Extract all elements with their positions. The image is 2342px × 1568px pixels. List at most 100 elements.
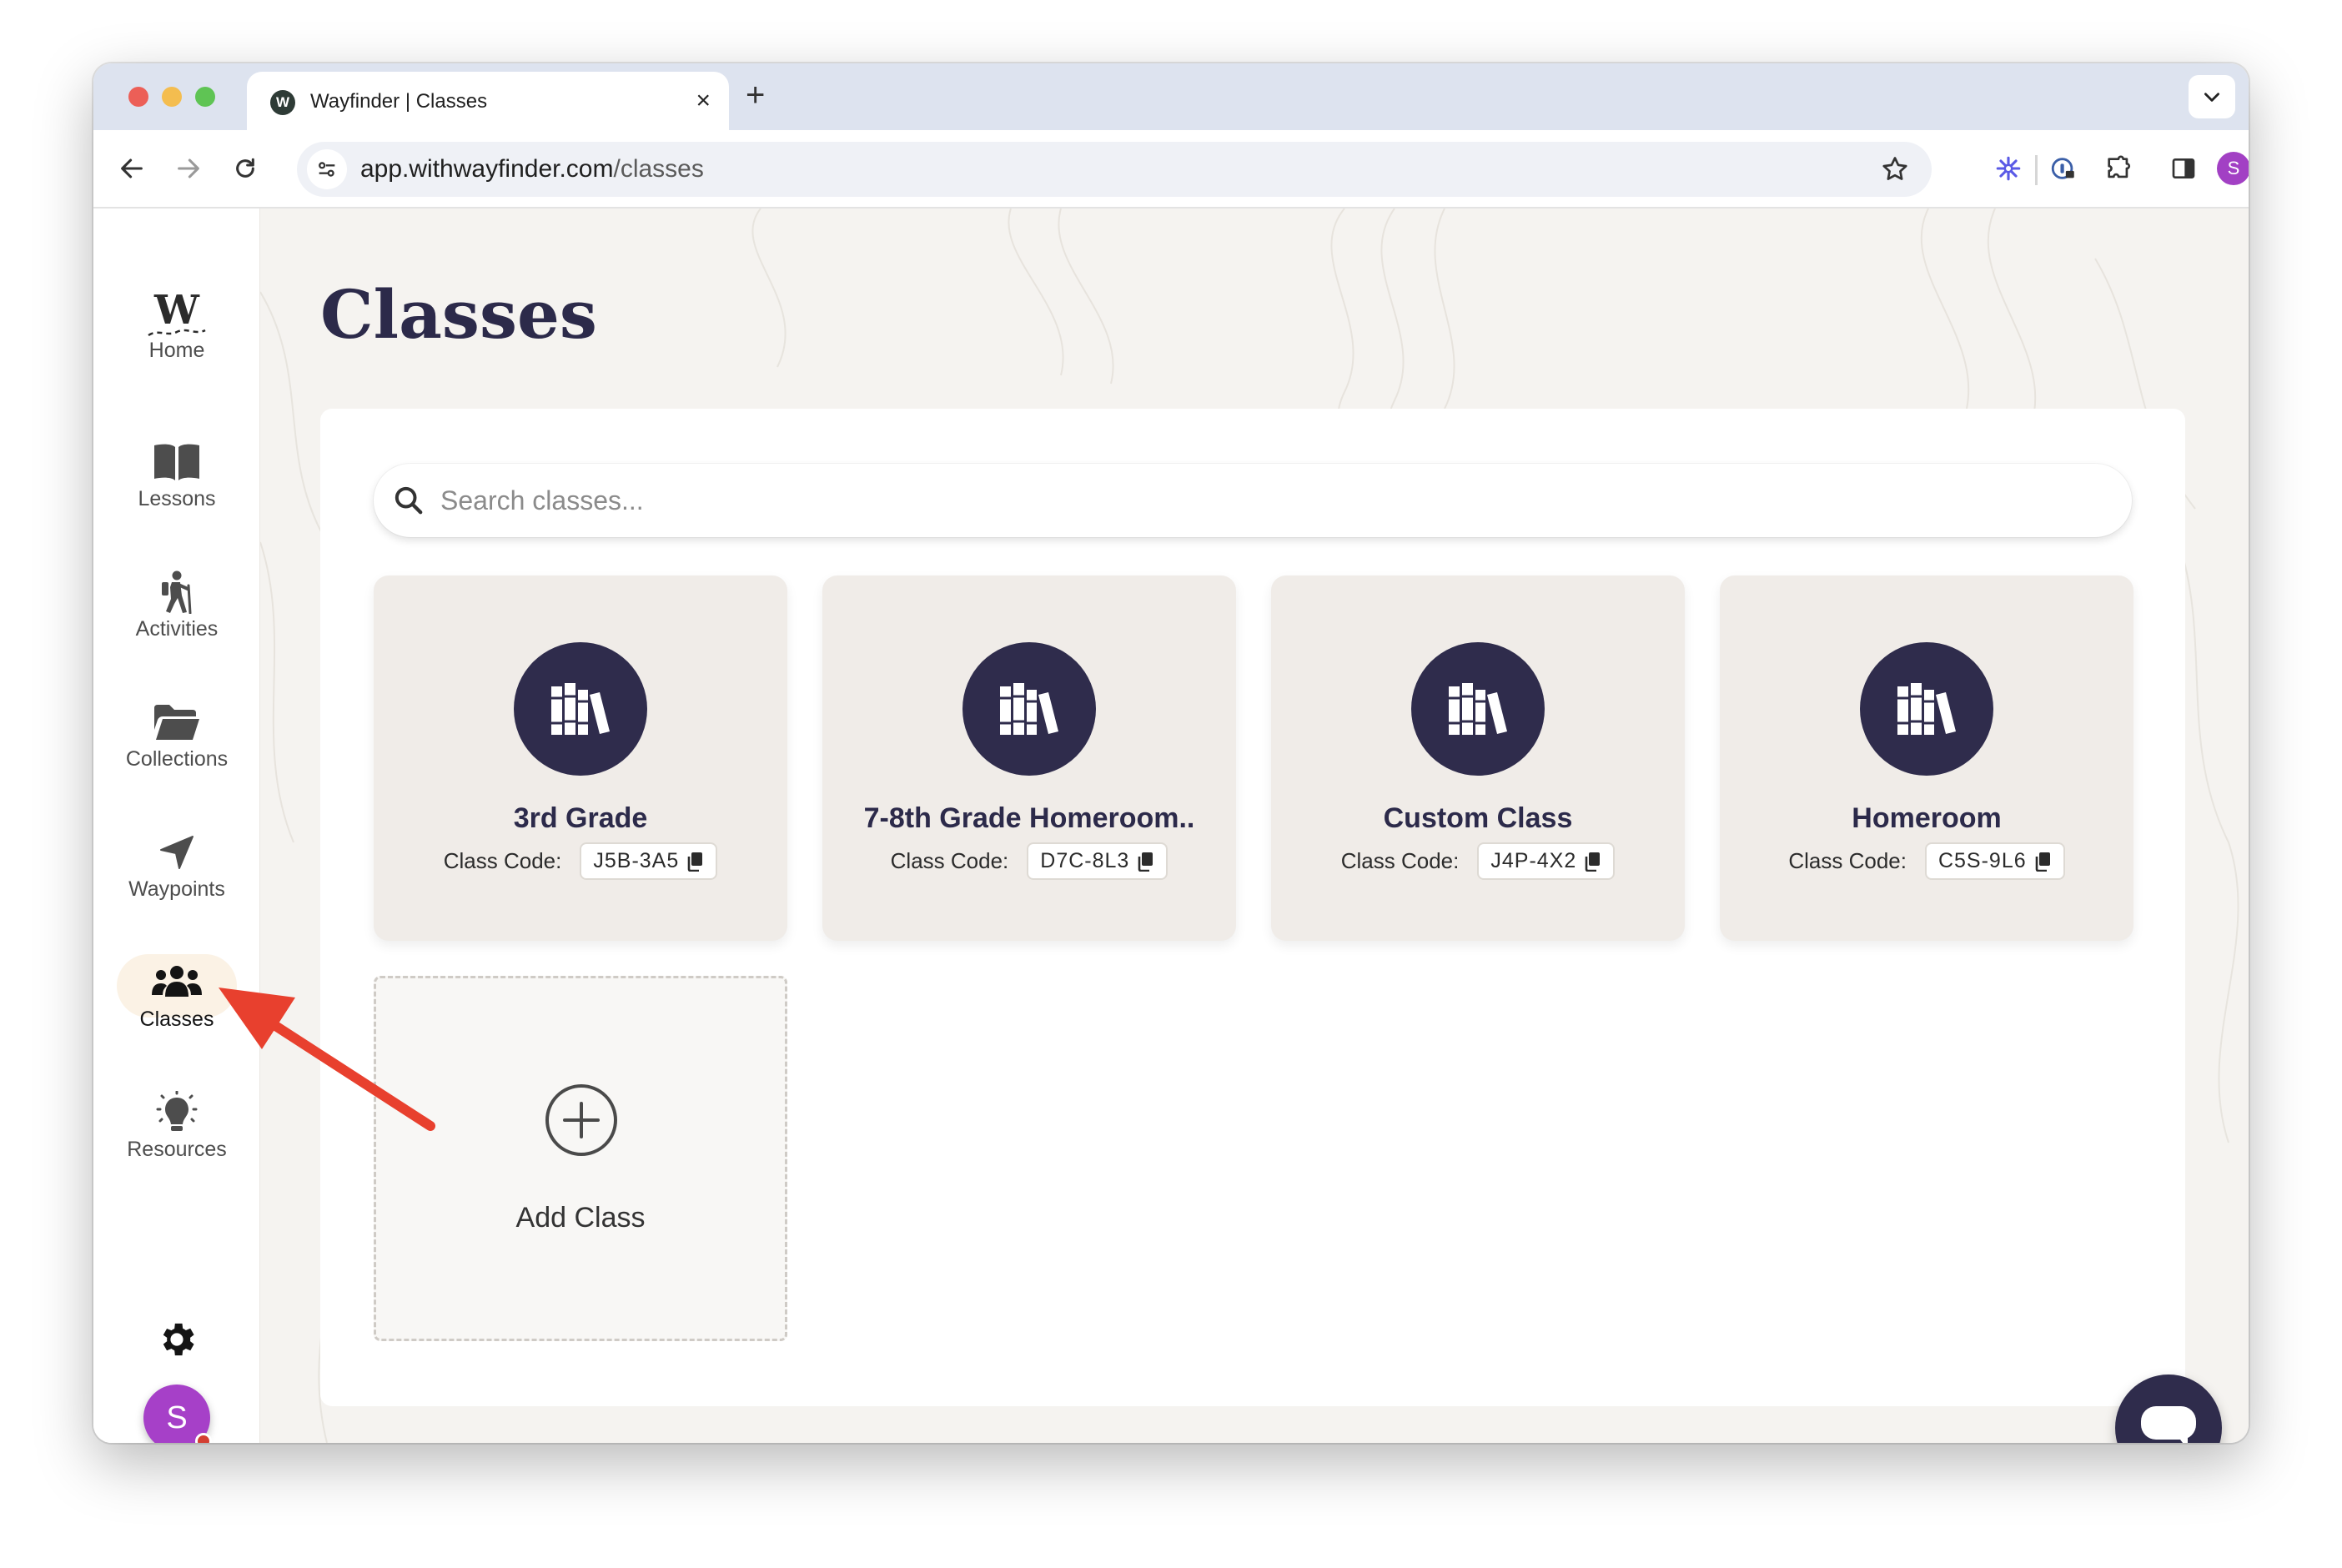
close-window-button[interactable] [128, 87, 148, 107]
user-avatar[interactable]: S [143, 1385, 212, 1443]
nav-label-home: Home [148, 339, 205, 362]
copy-icon [2035, 852, 2050, 872]
search-bar[interactable] [374, 464, 2132, 537]
star-icon [1882, 157, 1907, 180]
address-bar[interactable]: app.withwayfinder.com/classes [297, 142, 1932, 197]
copy-icon [687, 852, 703, 872]
nav-activities[interactable]: Activities [93, 569, 260, 641]
toolbar-divider [2035, 155, 2038, 185]
search-input[interactable] [440, 479, 2075, 522]
url-text: app.withwayfinder.com/classes [360, 155, 704, 183]
gear-icon [163, 1323, 194, 1356]
add-class-label: Add Class [515, 1202, 646, 1234]
forward-button[interactable] [168, 148, 209, 188]
class-card[interactable]: Homeroom Class Code: C5S-9L6 [1720, 575, 2133, 941]
class-code-label: Class Code: [1788, 848, 1907, 873]
users-icon [93, 959, 260, 1006]
password-extension-button[interactable] [2043, 148, 2083, 188]
class-avatar [1860, 642, 1993, 776]
copy-icon [1585, 852, 1601, 872]
class-name: Custom Class [1383, 802, 1573, 834]
class-card[interactable]: 3rd Grade Class Code: J5B-3A5 [374, 575, 787, 941]
extension-button[interactable] [1988, 148, 2028, 188]
reload-button[interactable] [225, 148, 265, 188]
nav-home[interactable]: W Home [93, 290, 260, 363]
class-name: 7-8th Grade Homeroom.. [863, 802, 1195, 834]
add-class-button[interactable]: Add Class [374, 976, 787, 1341]
nav-label-resources: Resources [127, 1138, 227, 1161]
books-icon [551, 683, 610, 735]
page-title: Classes [320, 275, 597, 354]
class-name: 3rd Grade [513, 802, 648, 834]
books-icon [1000, 683, 1058, 735]
class-code-label: Class Code: [443, 848, 562, 873]
class-code-row: Class Code: D7C-8L3 [822, 842, 1236, 880]
bookmark-star-button[interactable] [1880, 154, 1910, 188]
profile-button[interactable]: S [2214, 148, 2249, 188]
browser-tab-active[interactable]: W Wayfinder | Classes × [247, 72, 729, 130]
notification-dot [195, 1433, 212, 1443]
url-domain: app.withwayfinder.com [360, 155, 614, 183]
arrow-right-icon [178, 158, 199, 178]
nav-lessons[interactable]: Lessons [93, 439, 260, 511]
class-card[interactable]: Custom Class Class Code: J4P-4X2 [1271, 575, 1685, 941]
side-panel-icon [2172, 158, 2195, 178]
class-code-value: J4P-4X2 [1490, 849, 1577, 872]
folder-icon [93, 699, 260, 746]
books-icon [1449, 683, 1507, 735]
app-sidebar: W Home Lessons Activities Collections Wa… [93, 209, 260, 1443]
search-icon [395, 486, 423, 515]
class-code-chip[interactable]: J4P-4X2 [1477, 842, 1616, 880]
extensions-menu-button[interactable] [2098, 148, 2138, 188]
app-page: W Home Lessons Activities Collections Wa… [93, 209, 2249, 1443]
arrow-left-icon [121, 158, 143, 178]
class-code-label: Class Code: [1340, 848, 1460, 873]
nav-classes[interactable]: Classes [93, 954, 260, 1032]
class-card[interactable]: 7-8th Grade Homeroom.. Class Code: D7C-8… [822, 575, 1236, 941]
class-avatar [962, 642, 1096, 776]
class-code-label: Class Code: [890, 848, 1009, 873]
maximize-window-button[interactable] [195, 87, 215, 107]
tab-close-icon[interactable]: × [696, 87, 711, 115]
logo-path-icon [148, 329, 206, 337]
class-code-value: J5B-3A5 [593, 849, 680, 872]
favicon-icon: W [270, 90, 295, 115]
chevron-down-icon [2204, 93, 2219, 102]
tab-search-button[interactable] [2189, 75, 2235, 118]
nav-resources[interactable]: Resources [93, 1089, 260, 1162]
class-code-row: Class Code: J5B-3A5 [374, 842, 787, 880]
tab-strip: W Wayfinder | Classes × + [93, 63, 2249, 130]
site-info-button[interactable] [307, 149, 347, 189]
nav-label-lessons: Lessons [138, 487, 216, 510]
class-code-chip[interactable]: C5S-9L6 [1924, 842, 2065, 880]
lightbulb-icon [93, 1089, 260, 1136]
logo-letter: W [154, 287, 199, 334]
asterisk-extension-icon [1996, 156, 2021, 181]
chat-bubble-icon [2141, 1406, 2196, 1443]
nav-label-classes: Classes [139, 1008, 214, 1031]
puzzle-icon [2108, 155, 2131, 178]
nav-label-collections: Collections [125, 747, 229, 771]
plus-circle-icon [545, 1084, 617, 1156]
class-code-row: Class Code: C5S-9L6 [1720, 842, 2133, 880]
class-code-chip[interactable]: J5B-3A5 [580, 842, 718, 880]
browser-window: W Wayfinder | Classes × + app.withwayfin… [93, 63, 2249, 1443]
url-path: /classes [613, 155, 704, 183]
settings-button[interactable] [155, 1318, 199, 1365]
new-tab-button[interactable]: + [746, 77, 765, 113]
hiker-icon [93, 569, 260, 616]
wayfinder-logo-icon: W [93, 290, 260, 337]
back-button[interactable] [112, 148, 152, 188]
class-code-row: Class Code: J4P-4X2 [1271, 842, 1685, 880]
side-panel-button[interactable] [2164, 148, 2204, 188]
book-icon [93, 439, 260, 485]
class-code-value: D7C-8L3 [1040, 849, 1130, 872]
profile-avatar: S [2217, 152, 2249, 185]
browser-toolbar: app.withwayfinder.com/classes S [93, 130, 2249, 209]
nav-collections[interactable]: Collections [93, 699, 260, 771]
password-manager-icon [2051, 158, 2074, 179]
minimize-window-button[interactable] [162, 87, 182, 107]
tab-title: Wayfinder | Classes [310, 90, 488, 113]
nav-waypoints[interactable]: Waypoints [93, 829, 260, 902]
class-code-chip[interactable]: D7C-8L3 [1027, 842, 1168, 880]
